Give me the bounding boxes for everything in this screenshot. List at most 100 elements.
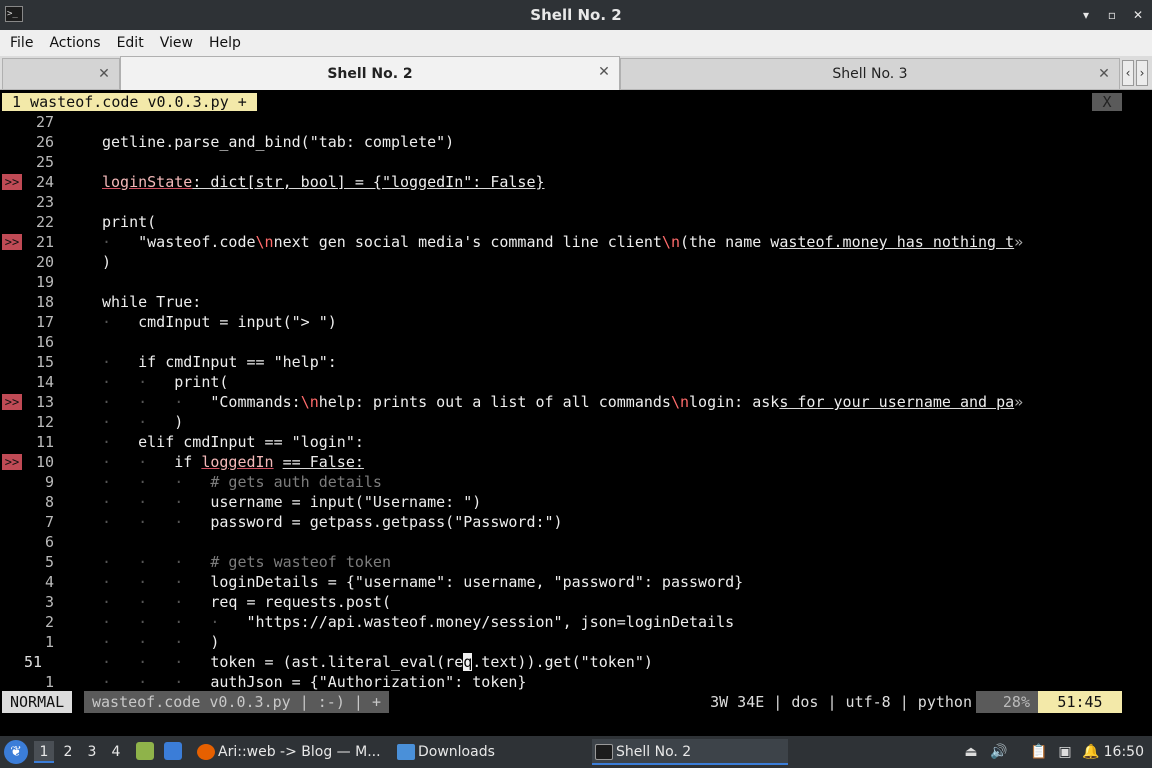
line-number: 15 [35,353,54,371]
code-line[interactable]: >> 21 · "wasteof.code\nnext gen social med… [2,232,1122,252]
start-menu-icon[interactable]: ❦ [4,740,28,764]
code-line[interactable]: 27 [2,112,1122,132]
minimize-icon[interactable]: ▾ [1080,8,1092,22]
vim-cursor-position: 51:45 [1038,691,1122,713]
code-line[interactable]: 17 · cmdInput = input("> ") [2,312,1122,332]
tab-scroll-right-icon[interactable]: › [1136,60,1148,86]
vim-mode: NORMAL [2,691,73,713]
close-tab-icon[interactable]: ✕ [1097,66,1111,82]
code-text: · · · # gets wasteof token [102,553,391,571]
menu-file[interactable]: File [4,35,39,51]
code-line[interactable]: 4 · · · loginDetails = {"username": usern… [2,572,1122,592]
vim-tabline-fill [282,93,1092,111]
code-line[interactable]: 1 · · · ) [2,632,1122,652]
task-shell[interactable]: Shell No. 2 [592,739,788,765]
code-line[interactable]: >> 13 · · · "Commands:\nhelp: prints out a… [2,392,1122,412]
line-number: 11 [35,433,54,451]
code-line[interactable]: 11 · elif cmdInput == "login": [2,432,1122,452]
notification-icon[interactable]: 🔔 [1082,743,1100,761]
code-line[interactable]: 15 · if cmdInput == "help": [2,352,1122,372]
window-title: Shell No. 2 [530,6,622,24]
line-number: 5 [44,553,54,571]
window-titlebar[interactable]: >_ Shell No. 2 ▾ ▫ ✕ [0,0,1152,30]
code-line[interactable]: 3 · · · req = requests.post( [2,592,1122,612]
vim-close-button[interactable]: X [1092,93,1122,111]
menubar: File Actions Edit View Help [0,30,1152,56]
code-editor[interactable]: 27 26 getline.parse_and_bind("tab: complet… [2,112,1122,692]
terminal-area[interactable]: 1 wasteof.code v0.0.3.py + X 27 26 getline… [0,91,1152,742]
code-line[interactable]: >> 10 · · if loggedIn == False: [2,452,1122,472]
menu-edit[interactable]: Edit [111,35,150,51]
line-number: 6 [44,533,54,551]
task-label: Ari::web -> Blog — M... [218,744,381,760]
menu-help[interactable]: Help [203,35,247,51]
task-firefox[interactable]: Ari::web -> Blog — M... [194,739,392,765]
line-number: 13 [35,393,54,411]
code-line[interactable]: 19 [2,272,1122,292]
desktop-4[interactable]: 4 [106,741,126,763]
code-line[interactable]: 22 print( [2,212,1122,232]
show-desktop-icon[interactable] [164,742,182,760]
line-number: 26 [35,133,54,151]
maximize-icon[interactable]: ▫ [1106,8,1118,22]
desktop-3[interactable]: 3 [82,741,102,763]
desktop-1[interactable]: 1 [34,741,54,763]
code-text: getline.parse_and_bind("tab: complete") [102,133,455,151]
network-icon[interactable]: ▣ [1056,743,1074,761]
task-downloads[interactable]: Downloads [394,739,590,765]
line-number: 25 [35,153,54,171]
code-line[interactable]: 51 · · · token = (ast.literal_eval(req.te… [2,652,1122,672]
menu-view[interactable]: View [154,35,199,51]
clock[interactable]: 16:50 [1104,736,1144,768]
desktop-2[interactable]: 2 [58,741,78,763]
code-line[interactable]: 6 [2,532,1122,552]
code-line[interactable]: 5 · · · # gets wasteof token [2,552,1122,572]
code-line[interactable]: 26 getline.parse_and_bind("tab: complete"… [2,132,1122,152]
tab-label: Shell No. 3 [832,66,908,82]
code-line[interactable]: 18 while True: [2,292,1122,312]
file-manager-launcher-icon[interactable] [136,742,154,760]
code-line[interactable]: 7 · · · password = getpass.getpass("Passw… [2,512,1122,532]
code-line[interactable]: 8 · · · username = input("Username: ") [2,492,1122,512]
tab-shell-2[interactable]: Shell No. 2 ✕ [120,56,620,90]
tab-shell-3[interactable]: Shell No. 3 ✕ [620,58,1120,89]
code-text: · · if loggedIn == False: [102,453,364,471]
menu-actions[interactable]: Actions [43,35,106,51]
folder-icon [397,744,415,760]
close-icon[interactable]: ✕ [1132,8,1144,22]
code-line[interactable]: 25 [2,152,1122,172]
eject-icon[interactable]: ⏏ [962,743,980,761]
taskbar: ❦ 1 2 3 4 Ari::web -> Blog — M... Downlo… [0,736,1152,768]
lint-error-sign: >> [2,174,22,190]
line-number: 7 [44,513,54,531]
clipboard-icon[interactable]: 📋 [1030,743,1048,761]
code-text: · · · "Commands:\nhelp: prints out a lis… [102,393,1024,411]
code-line[interactable]: 23 [2,192,1122,212]
code-line[interactable]: 20) [2,252,1122,272]
code-line[interactable]: 16 [2,332,1122,352]
code-text: · · · username = input("Username: ") [102,493,482,511]
code-text: · · · authJson = {"Authorization": token… [102,673,527,691]
close-tab-icon[interactable]: ✕ [597,64,611,80]
code-line[interactable]: 9 · · · # gets auth details [2,472,1122,492]
code-line[interactable]: 12 · · ) [2,412,1122,432]
code-text: · · · # gets auth details [102,473,382,491]
code-line[interactable]: >> 24 loginState: dict[str, bool] = {"logg… [2,172,1122,192]
tab-scroll-left-icon[interactable]: ‹ [1122,60,1134,86]
tab-shell-1[interactable]: ✕ [2,58,120,89]
line-number: 51 [23,653,42,671]
close-tab-icon[interactable]: ✕ [97,66,111,82]
tab-label: Shell No. 2 [327,66,413,82]
code-text: · · · password = getpass.getpass("Passwo… [102,513,563,531]
code-line[interactable]: 1 · · · authJson = {"Authorization": toke… [2,672,1122,692]
code-text: while True: [102,293,202,311]
code-text: print( [102,213,157,231]
code-line[interactable]: 14 · · print( [2,372,1122,392]
code-text: · elif cmdInput == "login": [102,433,364,451]
code-text: · · · req = requests.post( [102,593,391,611]
task-label: Downloads [418,744,495,760]
volume-icon[interactable]: 🔊 [990,743,1008,761]
code-line[interactable]: 2 · · · · "https://api.wasteof.money/sess… [2,612,1122,632]
line-number: 22 [35,213,54,231]
vim-buffer-tab[interactable]: 1 wasteof.code v0.0.3.py + [2,93,257,111]
